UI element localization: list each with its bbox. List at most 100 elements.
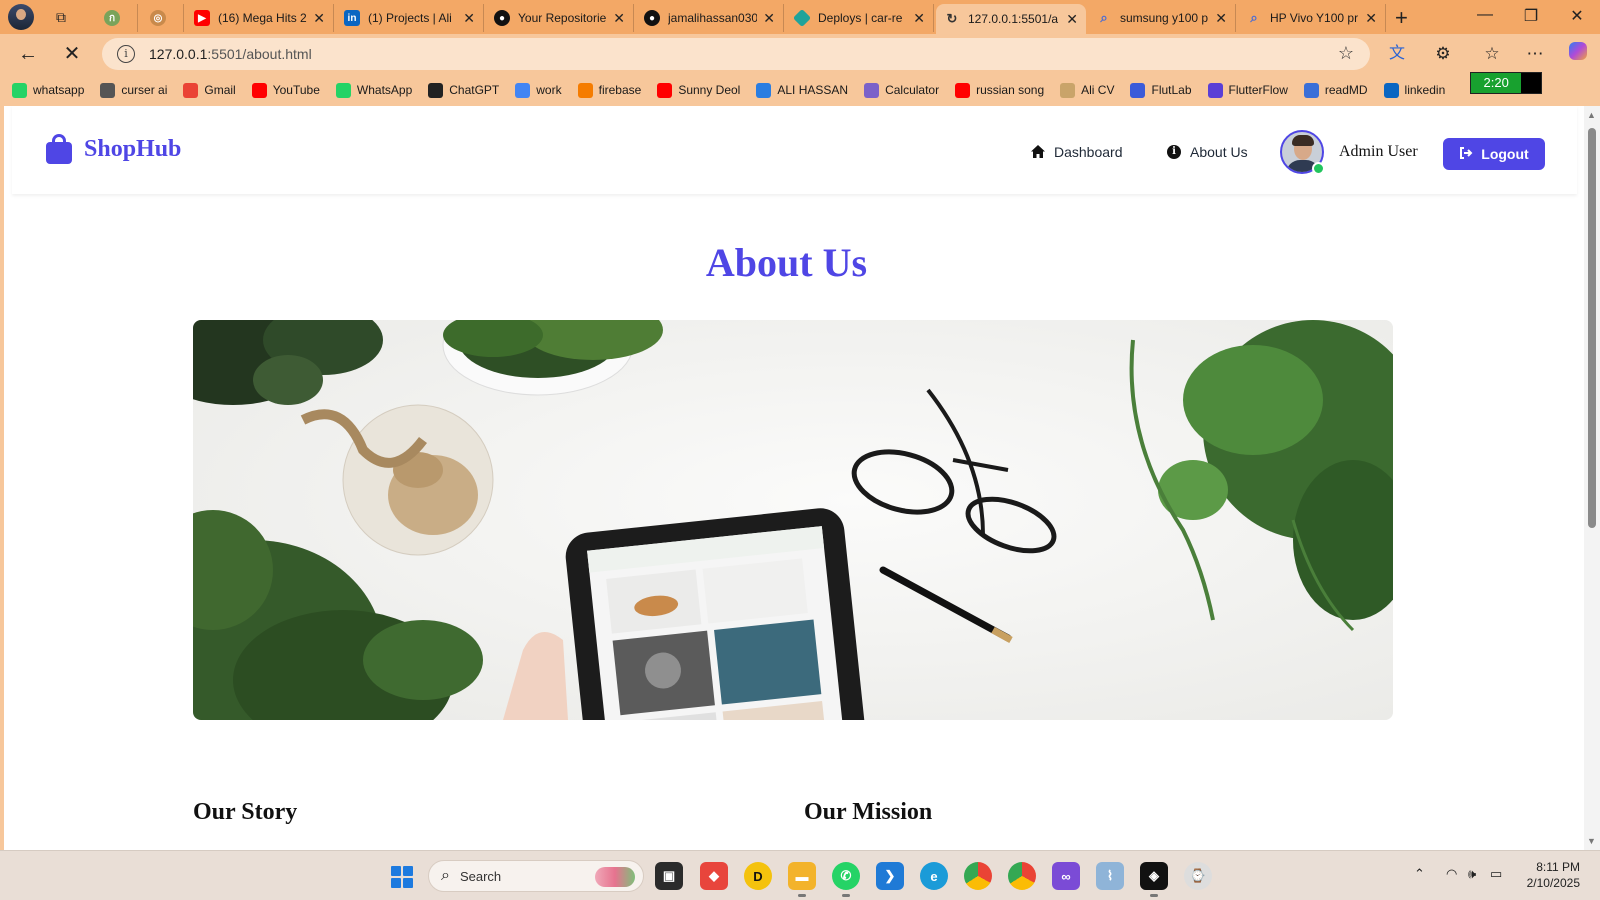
visual-studio-icon[interactable]: ∞ — [1052, 862, 1080, 890]
bookmark-chatgpt[interactable]: ChatGPT — [428, 82, 499, 98]
github-icon: ● — [494, 10, 510, 26]
edge-icon[interactable]: e — [920, 862, 948, 890]
scroll-up-icon[interactable]: ▲ — [1587, 110, 1596, 120]
bookmark-whatsapp[interactable]: WhatsApp — [335, 82, 413, 98]
new-tab-icon[interactable]: + — [1395, 5, 1408, 31]
nav-dashboard[interactable]: Dashboard — [1030, 144, 1123, 160]
tab-pinned-2[interactable]: ◎ — [142, 4, 184, 32]
bookmark-ali-hassan[interactable]: ALI HASSAN — [756, 82, 849, 98]
vscode-icon[interactable]: ❯ — [876, 862, 904, 890]
tab-github-profile[interactable]: ● jamalihassan030 ✕ — [636, 4, 784, 32]
bookmark-readmd[interactable]: readMD — [1303, 82, 1368, 98]
performance-monitor-icon[interactable]: ⌇ — [1096, 862, 1124, 890]
search-icon: ⌕ — [1100, 10, 1108, 25]
page-scrollbar[interactable]: ▲ ▼ — [1584, 106, 1600, 850]
tab-title: sumsung y100 p — [1120, 11, 1209, 25]
nav-about[interactable]: i About Us — [1166, 144, 1248, 160]
shopping-bag-icon — [46, 134, 72, 164]
bookmark-label: curser ai — [121, 83, 168, 97]
translate-icon[interactable]: 文 — [1385, 42, 1409, 66]
close-icon[interactable]: ✕ — [1066, 11, 1078, 28]
tab-search-samsung[interactable]: ⌕ sumsung y100 p ✕ — [1088, 4, 1236, 32]
profile-avatar-icon[interactable] — [8, 4, 34, 30]
search-highlight-icon — [595, 867, 635, 887]
address-bar[interactable]: i 127.0.0.1:5501/about.html ☆ — [102, 38, 1370, 70]
bookmarks-bar: whatsapp curser ai Gmail YouTube WhatsApp Cha… — [0, 74, 1600, 106]
back-icon[interactable]: ← — [16, 42, 40, 66]
bookmark-youtube[interactable]: YouTube — [251, 82, 320, 98]
tab-title: (16) Mega Hits 2 — [218, 11, 307, 25]
bookmark-curser-ai[interactable]: curser ai — [100, 82, 168, 98]
taskbar-clock[interactable]: 8:11 PM 2/10/2025 — [1520, 859, 1580, 891]
gmail-icon — [183, 82, 199, 98]
close-icon[interactable]: ✕ — [1365, 10, 1377, 27]
more-menu-icon[interactable]: ⋯ — [1523, 42, 1547, 66]
tab-youtube[interactable]: ▶ (16) Mega Hits 2 ✕ — [186, 4, 334, 32]
workspaces-icon[interactable]: ⧉ — [52, 8, 70, 26]
close-icon[interactable]: ✕ — [913, 10, 925, 27]
bookmark-linkedin[interactable]: linkedin — [1383, 82, 1445, 98]
hero-image — [193, 320, 1393, 720]
chat-app-icon[interactable]: D — [744, 862, 772, 890]
youtube-icon: ▶ — [194, 10, 210, 26]
taskbar-search[interactable]: ⌕ Search — [428, 860, 644, 892]
task-view-icon[interactable]: ▣ — [655, 862, 683, 890]
wifi-icon[interactable]: ◠ — [1446, 866, 1457, 882]
bookmark-gmail[interactable]: Gmail — [183, 82, 236, 98]
whatsapp-icon[interactable]: ✆ — [832, 862, 860, 897]
battery-icon[interactable]: ▭ — [1490, 866, 1502, 882]
windows-start-icon[interactable] — [391, 866, 413, 888]
favorites-icon[interactable]: ☆ — [1480, 42, 1504, 66]
tab-github-repos[interactable]: ● Your Repositorie ✕ — [486, 4, 634, 32]
tab-about-active[interactable]: ↻ 127.0.0.1:5501/a ✕ — [936, 4, 1086, 34]
bookmark-sunny-deol[interactable]: Sunny Deol — [657, 82, 740, 98]
chrome-icon[interactable] — [964, 862, 992, 890]
bookmark-firebase[interactable]: firebase — [577, 82, 641, 98]
minimize-icon[interactable]: — — [1462, 6, 1508, 24]
stop-loading-icon[interactable]: ✕ — [60, 42, 84, 66]
bookmark-whatsapp[interactable]: whatsapp — [12, 82, 84, 98]
whatsapp-icon — [335, 82, 351, 98]
nav-dashboard-label: Dashboard — [1054, 144, 1123, 160]
tab-pinned-1[interactable]: ก — [96, 4, 138, 32]
close-icon[interactable]: ✕ — [763, 10, 775, 27]
bookmark-calculator[interactable]: Calculator — [864, 82, 939, 98]
clock-app-icon[interactable]: ⌚ — [1184, 862, 1212, 890]
bookmark-flutterflow[interactable]: FlutterFlow — [1207, 82, 1288, 98]
sign-out-icon — [1459, 146, 1473, 163]
bookmark-label: WhatsApp — [356, 83, 413, 97]
copilot-icon[interactable] — [1566, 42, 1590, 66]
restore-icon[interactable]: ❐ — [1508, 6, 1554, 26]
close-icon[interactable]: ✕ — [463, 10, 475, 27]
close-icon[interactable]: ✕ — [1215, 10, 1227, 27]
bookmark-work[interactable]: work — [515, 82, 562, 98]
site-info-icon[interactable]: i — [117, 45, 135, 63]
file-explorer-icon[interactable]: ▬ — [788, 862, 816, 897]
window-close-icon[interactable]: ✕ — [1554, 6, 1600, 26]
scroll-down-icon[interactable]: ▼ — [1587, 836, 1596, 846]
close-icon[interactable]: ✕ — [313, 10, 325, 27]
bookmark-flutlab[interactable]: FlutLab — [1130, 82, 1192, 98]
tab-search-vivo[interactable]: ⌕ HP Vivo Y100 pr ✕ — [1238, 4, 1386, 32]
bookmark-label: ALI HASSAN — [777, 83, 849, 97]
bookmark-star-icon[interactable]: ☆ — [1338, 43, 1354, 64]
close-icon[interactable]: ✕ — [613, 10, 625, 27]
flutter-icon — [756, 82, 772, 98]
tab-linkedin[interactable]: in (1) Projects | Ali ✕ — [336, 4, 484, 32]
tab-netlify[interactable]: Deploys | car-re ✕ — [786, 4, 934, 32]
bookmark-russian-song[interactable]: russian song — [955, 82, 1045, 98]
logout-button[interactable]: Logout — [1443, 138, 1545, 170]
anydesk-icon[interactable]: ◆ — [700, 862, 728, 890]
tray-overflow-icon[interactable]: ⌃ — [1414, 866, 1425, 882]
url-text[interactable]: 127.0.0.1:5501/about.html — [149, 46, 312, 62]
volume-icon[interactable]: 🕪 — [1468, 866, 1476, 882]
brand-logo[interactable]: ShopHub — [46, 134, 181, 164]
user-name: Admin User — [1339, 143, 1418, 160]
terminal-app-icon[interactable]: ◈ — [1140, 862, 1168, 897]
extensions-icon[interactable]: ⚙ — [1431, 42, 1455, 66]
youtube-icon — [955, 82, 971, 98]
chrome-profile-icon[interactable] — [1008, 862, 1036, 890]
bookmark-label: russian song — [976, 83, 1045, 97]
bookmark-ali-cv[interactable]: Ali CV — [1060, 82, 1114, 98]
scrollbar-thumb[interactable] — [1588, 128, 1596, 528]
